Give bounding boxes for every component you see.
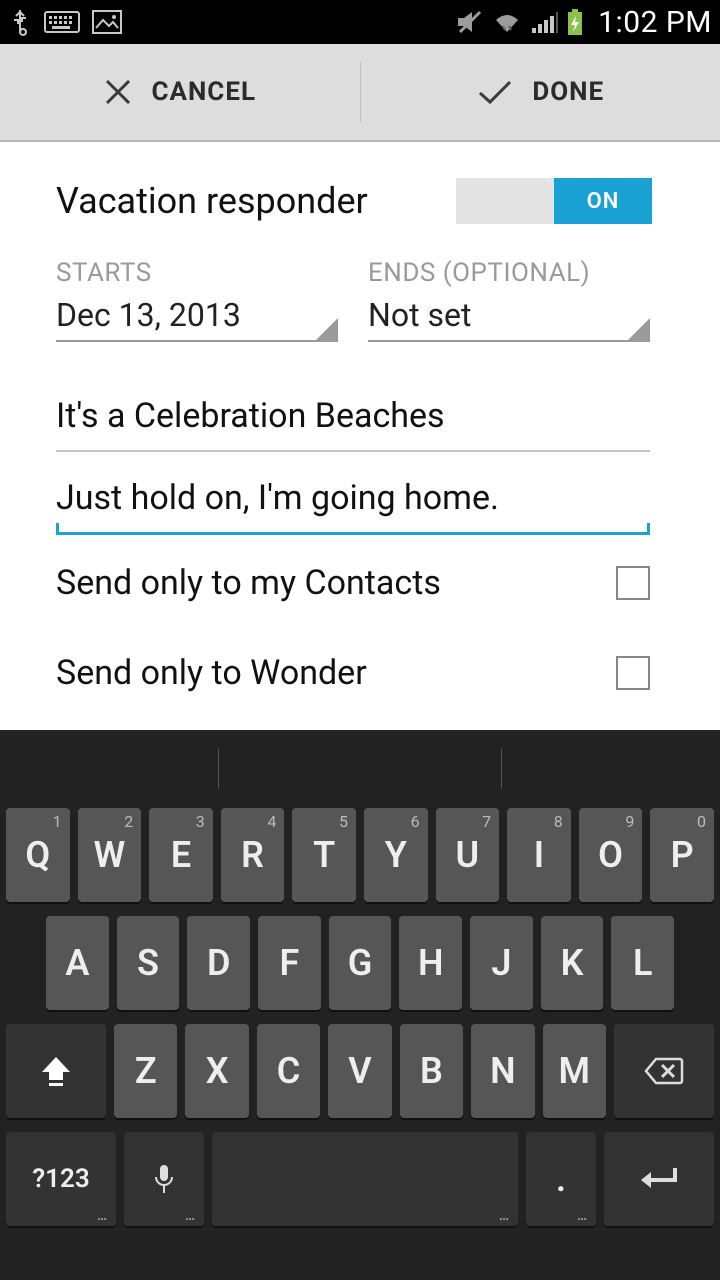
contacts-only-checkbox[interactable] [616, 566, 650, 600]
key-u[interactable]: U7 [436, 808, 500, 902]
contacts-only-label: Send only to my Contacts [56, 563, 441, 603]
form-content: Vacation responder ON STARTS Dec 13, 201… [0, 142, 720, 730]
key-d[interactable]: D [187, 916, 250, 1010]
body-value: Just hold on, I'm going home. [56, 478, 499, 518]
mute-icon [456, 10, 484, 34]
suggestion-bar [6, 738, 714, 800]
key-i[interactable]: I8 [507, 808, 571, 902]
shift-key[interactable] [6, 1024, 106, 1118]
close-icon [103, 77, 133, 107]
key-j[interactable]: J [470, 916, 533, 1010]
key-l[interactable]: L [611, 916, 674, 1010]
keyboard-icon [44, 11, 80, 33]
space-key[interactable]: … [212, 1132, 518, 1226]
key-k[interactable]: K [541, 916, 604, 1010]
key-r[interactable]: R4 [221, 808, 285, 902]
picture-icon [92, 10, 122, 34]
dropdown-icon [316, 318, 338, 340]
key-h[interactable]: H [399, 916, 462, 1010]
key-f[interactable]: F [258, 916, 321, 1010]
suggestion-separator [218, 749, 219, 789]
key-w[interactable]: W2 [78, 808, 142, 902]
key-e[interactable]: E3 [149, 808, 213, 902]
subject-input[interactable]: It's a Celebration Beaches [56, 370, 650, 452]
subject-value: It's a Celebration Beaches [56, 396, 445, 436]
suggestion-separator [501, 749, 502, 789]
battery-charging-icon [566, 8, 584, 36]
action-bar: CANCEL DONE [0, 44, 720, 142]
key-x[interactable]: X [185, 1024, 248, 1118]
key-z[interactable]: Z [114, 1024, 177, 1118]
page-title: Vacation responder [56, 180, 368, 222]
backspace-key[interactable] [614, 1024, 714, 1118]
domain-only-label: Send only to Wonder [56, 653, 367, 693]
shift-icon [39, 1054, 73, 1088]
enter-key[interactable] [604, 1132, 714, 1226]
done-button[interactable]: DONE [361, 44, 720, 140]
start-date-field[interactable]: STARTS Dec 13, 2013 [56, 258, 338, 342]
key-m[interactable]: M [543, 1024, 606, 1118]
key-p[interactable]: P0 [650, 808, 714, 902]
key-v[interactable]: V [328, 1024, 391, 1118]
key-t[interactable]: T5 [292, 808, 356, 902]
symbols-key[interactable]: ?123… [6, 1132, 116, 1226]
key-y[interactable]: Y6 [364, 808, 428, 902]
key-a[interactable]: A [46, 916, 109, 1010]
start-date-value: Dec 13, 2013 [56, 296, 241, 334]
end-date-field[interactable]: ENDS (OPTIONAL) Not set [368, 258, 650, 342]
key-s[interactable]: S [117, 916, 180, 1010]
key-o[interactable]: O9 [579, 808, 643, 902]
mic-key[interactable]: … [124, 1132, 204, 1226]
dropdown-icon [628, 318, 650, 340]
end-date-value: Not set [368, 296, 471, 334]
status-right-icons: 1:02 PM [456, 5, 712, 40]
toggle-thumb: ON [554, 178, 652, 224]
done-label: DONE [532, 77, 604, 107]
check-icon [476, 77, 514, 107]
status-left-icons [8, 8, 122, 36]
domain-only-row[interactable]: Send only to Wonder [56, 625, 680, 715]
end-date-label: ENDS (OPTIONAL) [368, 258, 650, 288]
contacts-only-row[interactable]: Send only to my Contacts [56, 535, 680, 625]
wifi-icon [492, 10, 522, 34]
status-time: 1:02 PM [598, 5, 712, 40]
mic-icon [153, 1163, 175, 1195]
usb-icon [8, 8, 32, 36]
key-n[interactable]: N [471, 1024, 534, 1118]
enter-icon [639, 1166, 679, 1192]
body-input[interactable]: Just hold on, I'm going home. [56, 452, 650, 535]
cancel-button[interactable]: CANCEL [0, 44, 360, 140]
key-q[interactable]: Q1 [6, 808, 70, 902]
vacation-responder-toggle[interactable]: ON [456, 178, 652, 224]
key-g[interactable]: G [329, 916, 392, 1010]
start-date-label: STARTS [56, 258, 338, 288]
period-key[interactable]: .… [526, 1132, 596, 1226]
domain-only-checkbox[interactable] [616, 656, 650, 690]
signal-icon [530, 10, 558, 34]
key-b[interactable]: B [400, 1024, 463, 1118]
backspace-icon [644, 1057, 684, 1085]
status-bar: 1:02 PM [0, 0, 720, 44]
soft-keyboard: Q1W2E3R4T5Y6U7I8O9P0 ASDFGHJKL ZXCVBNM ?… [0, 730, 720, 1280]
cancel-label: CANCEL [151, 77, 256, 107]
key-c[interactable]: C [257, 1024, 320, 1118]
